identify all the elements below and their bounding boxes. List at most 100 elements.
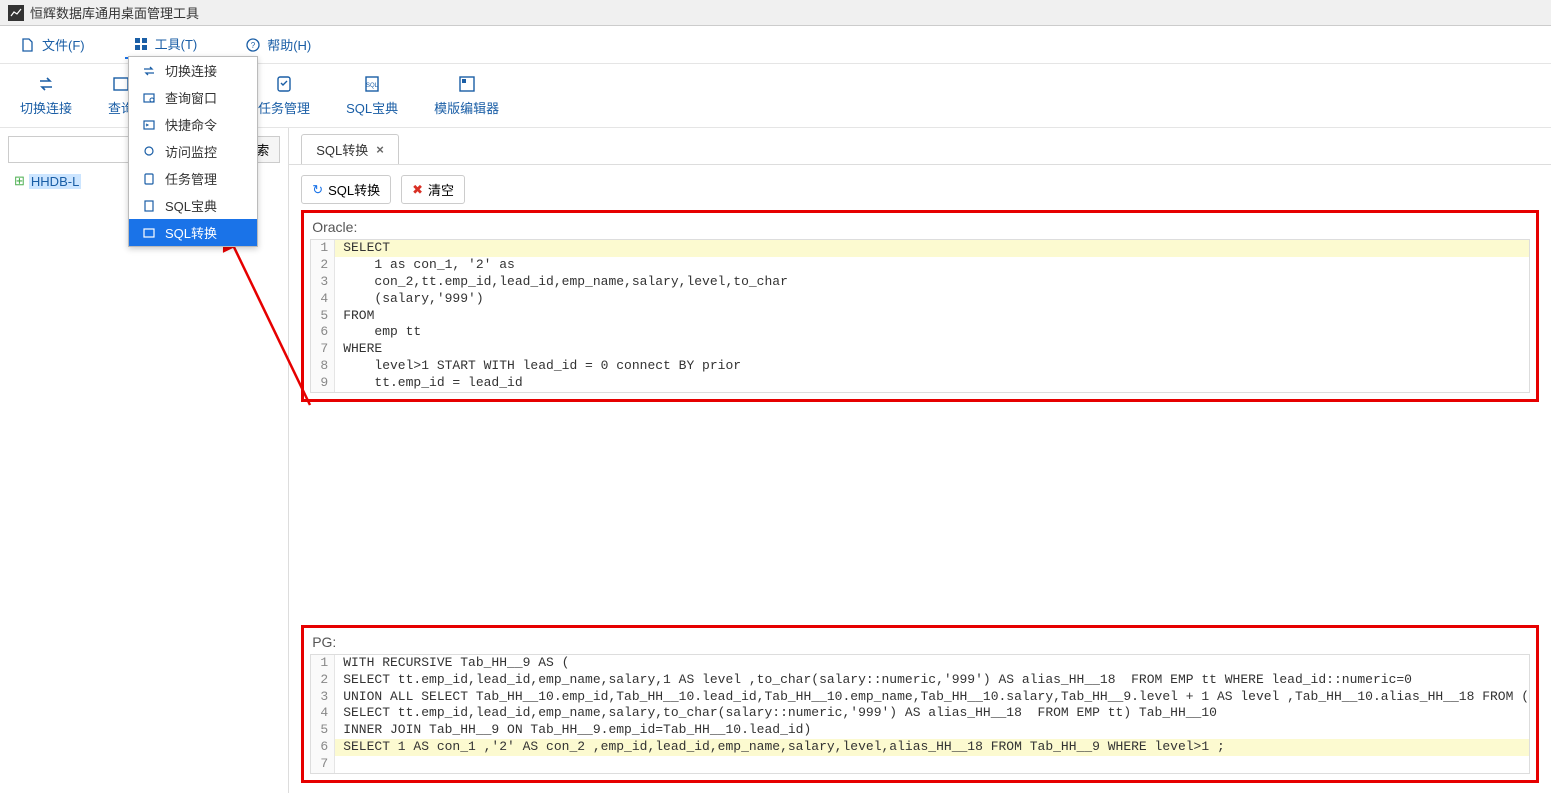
db-icon: ⊞ — [14, 173, 25, 189]
line-text: SELECT 1 AS con_1 ,'2' AS con_2 ,emp_id,… — [335, 739, 1529, 756]
swap-icon — [141, 63, 157, 79]
line-text: 1 as con_1, '2' as — [335, 257, 1529, 274]
toolbar-template-editor[interactable]: 模版编辑器 — [426, 72, 507, 119]
dropdown-quick-cmd[interactable]: 快捷命令 — [129, 111, 257, 138]
toolbar-sql-codex[interactable]: SQL SQL宝典 — [338, 72, 406, 119]
dropdown-query-window[interactable]: 查询窗口 — [129, 84, 257, 111]
tab-close-icon[interactable]: × — [376, 142, 384, 157]
convert-icon — [141, 225, 157, 241]
book-icon — [141, 198, 157, 214]
content-area: SQL转换 × ↻ SQL转换 ✖ 清空 Oracle: 1SELECT2 1 … — [289, 128, 1551, 793]
code-line: 8 level>1 START WITH lead_id = 0 connect… — [311, 358, 1529, 375]
app-icon — [8, 5, 24, 21]
pg-code-editor[interactable]: 1WITH RECURSIVE Tab_HH__9 AS (2SELECT tt… — [310, 654, 1530, 774]
tools-dropdown: 切换连接 查询窗口 快捷命令 访问监控 任务管理 SQL宝典 SQL转换 — [128, 56, 258, 247]
line-text: SELECT — [335, 240, 1529, 257]
file-icon — [20, 37, 36, 53]
tree-item-label: HHDB-L — [29, 174, 81, 189]
action-row: ↻ SQL转换 ✖ 清空 — [289, 165, 1551, 208]
book-icon: SQL — [362, 74, 382, 94]
dropdown-sql-convert[interactable]: SQL转换 — [129, 219, 257, 246]
dropdown-task-mgmt[interactable]: 任务管理 — [129, 165, 257, 192]
code-line: 6SELECT 1 AS con_1 ,'2' AS con_2 ,emp_id… — [311, 739, 1529, 756]
line-number: 1 — [311, 240, 335, 257]
dropdown-sql-codex[interactable]: SQL宝典 — [129, 192, 257, 219]
menu-file[interactable]: 文件(F) — [12, 30, 93, 59]
code-line: 1SELECT — [311, 240, 1529, 257]
line-text: FROM — [335, 308, 1529, 325]
line-number: 3 — [311, 689, 335, 706]
convert-button[interactable]: ↻ SQL转换 — [301, 175, 391, 204]
dropdown-access-monitor[interactable]: 访问监控 — [129, 138, 257, 165]
line-number: 8 — [311, 358, 335, 375]
svg-text:?: ? — [251, 41, 256, 50]
line-text: level>1 START WITH lead_id = 0 connect B… — [335, 358, 1529, 375]
line-text: UNION ALL SELECT Tab_HH__10.emp_id,Tab_H… — [335, 689, 1529, 706]
toolbar-switch-connection[interactable]: 切换连接 — [12, 72, 80, 119]
line-number: 3 — [311, 274, 335, 291]
code-line: 7 — [311, 756, 1529, 773]
clear-icon: ✖ — [412, 182, 423, 198]
code-line: 9 tt.emp_id = lead_id — [311, 375, 1529, 392]
line-text: WHERE — [335, 341, 1529, 358]
line-number: 9 — [311, 375, 335, 392]
line-text: (salary,'999') — [335, 291, 1529, 308]
line-text: SELECT tt.emp_id,lead_id,emp_name,salary… — [335, 672, 1529, 689]
tab-label: SQL转换 — [316, 140, 368, 159]
code-line: 4SELECT tt.emp_id,lead_id,emp_name,salar… — [311, 705, 1529, 722]
code-line: 5INNER JOIN Tab_HH__9 ON Tab_HH__9.emp_i… — [311, 722, 1529, 739]
line-number: 6 — [311, 324, 335, 341]
task-icon — [274, 74, 294, 94]
help-icon: ? — [245, 37, 261, 53]
line-number: 4 — [311, 705, 335, 722]
clear-button[interactable]: ✖ 清空 — [401, 175, 465, 204]
line-text: emp tt — [335, 324, 1529, 341]
tools-icon — [133, 36, 149, 52]
line-number: 5 — [311, 722, 335, 739]
code-line: 2SELECT tt.emp_id,lead_id,emp_name,salar… — [311, 672, 1529, 689]
line-number: 6 — [311, 739, 335, 756]
app-title: 恒辉数据库通用桌面管理工具 — [30, 3, 199, 22]
line-number: 4 — [311, 291, 335, 308]
code-line: 5FROM — [311, 308, 1529, 325]
refresh-icon: ↻ — [312, 182, 323, 198]
terminal-icon — [141, 117, 157, 133]
pg-panel: PG: 1WITH RECURSIVE Tab_HH__9 AS (2SELEC… — [301, 625, 1539, 783]
line-text: con_2,tt.emp_id,lead_id,emp_name,salary,… — [335, 274, 1529, 291]
task-icon — [141, 171, 157, 187]
toolbar-task-mgmt[interactable]: 任务管理 — [250, 72, 318, 119]
line-text: tt.emp_id = lead_id — [335, 375, 1529, 392]
line-number: 2 — [311, 672, 335, 689]
oracle-panel: Oracle: 1SELECT2 1 as con_1, '2' as3 con… — [301, 210, 1539, 402]
line-text: INNER JOIN Tab_HH__9 ON Tab_HH__9.emp_id… — [335, 722, 1529, 739]
line-number: 7 — [311, 756, 335, 773]
code-line: 7WHERE — [311, 341, 1529, 358]
line-number: 2 — [311, 257, 335, 274]
line-text — [335, 756, 1529, 773]
line-number: 7 — [311, 341, 335, 358]
menu-tools[interactable]: 工具(T) — [125, 30, 206, 59]
code-line: 3UNION ALL SELECT Tab_HH__10.emp_id,Tab_… — [311, 689, 1529, 706]
line-text: WITH RECURSIVE Tab_HH__9 AS ( — [335, 655, 1529, 672]
window-icon — [141, 90, 157, 106]
oracle-label: Oracle: — [312, 219, 1530, 235]
template-icon — [457, 74, 477, 94]
oracle-code-editor[interactable]: 1SELECT2 1 as con_1, '2' as3 con_2,tt.em… — [310, 239, 1530, 393]
code-line: 6 emp tt — [311, 324, 1529, 341]
code-line: 3 con_2,tt.emp_id,lead_id,emp_name,salar… — [311, 274, 1529, 291]
line-number: 5 — [311, 308, 335, 325]
line-text: SELECT tt.emp_id,lead_id,emp_name,salary… — [335, 705, 1529, 722]
tab-sql-convert[interactable]: SQL转换 × — [301, 134, 399, 164]
code-line: 4 (salary,'999') — [311, 291, 1529, 308]
pg-label: PG: — [312, 634, 1530, 650]
swap-icon — [36, 74, 56, 94]
dropdown-switch-connection[interactable]: 切换连接 — [129, 57, 257, 84]
menu-help[interactable]: ? 帮助(H) — [237, 30, 319, 59]
code-line: 2 1 as con_1, '2' as — [311, 257, 1529, 274]
code-line: 1WITH RECURSIVE Tab_HH__9 AS ( — [311, 655, 1529, 672]
monitor-icon — [141, 144, 157, 160]
line-number: 1 — [311, 655, 335, 672]
tabbar: SQL转换 × — [289, 128, 1551, 165]
svg-text:SQL: SQL — [366, 83, 379, 89]
titlebar: 恒辉数据库通用桌面管理工具 — [0, 0, 1551, 26]
